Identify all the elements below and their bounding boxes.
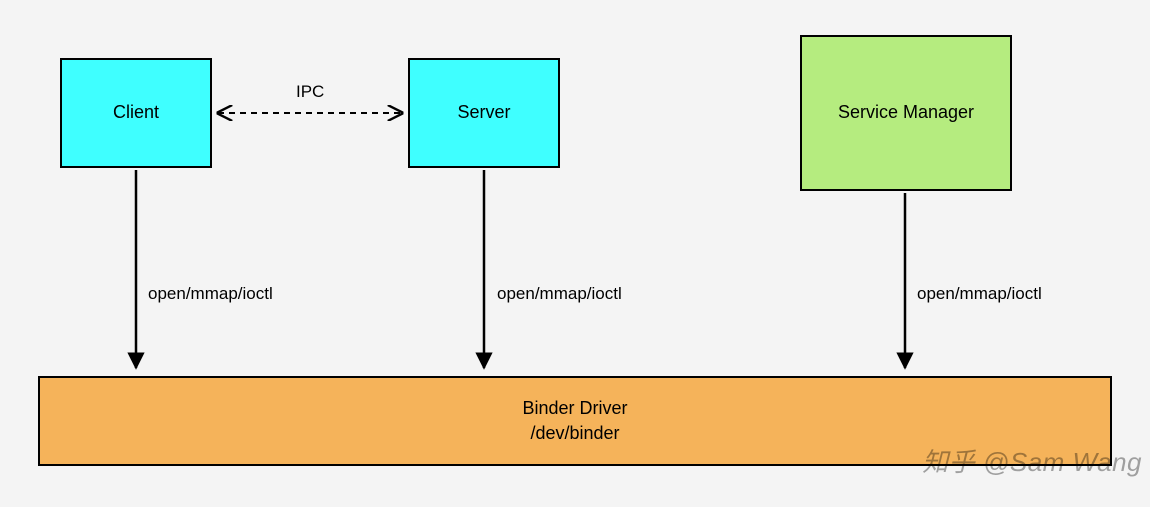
service-manager-box: Service Manager: [800, 35, 1012, 191]
binder-driver-line1: Binder Driver: [522, 396, 627, 421]
client-label: Client: [113, 100, 159, 125]
service-manager-label: Service Manager: [838, 100, 974, 125]
binder-driver-line2: /dev/binder: [530, 421, 619, 446]
server-label: Server: [457, 100, 510, 125]
binder-driver-box: Binder Driver /dev/binder: [38, 376, 1112, 466]
server-arrow-label: open/mmap/ioctl: [497, 284, 622, 304]
client-box: Client: [60, 58, 212, 168]
ipc-label: IPC: [296, 82, 324, 102]
client-arrow-label: open/mmap/ioctl: [148, 284, 273, 304]
sm-arrow-label: open/mmap/ioctl: [917, 284, 1042, 304]
server-box: Server: [408, 58, 560, 168]
